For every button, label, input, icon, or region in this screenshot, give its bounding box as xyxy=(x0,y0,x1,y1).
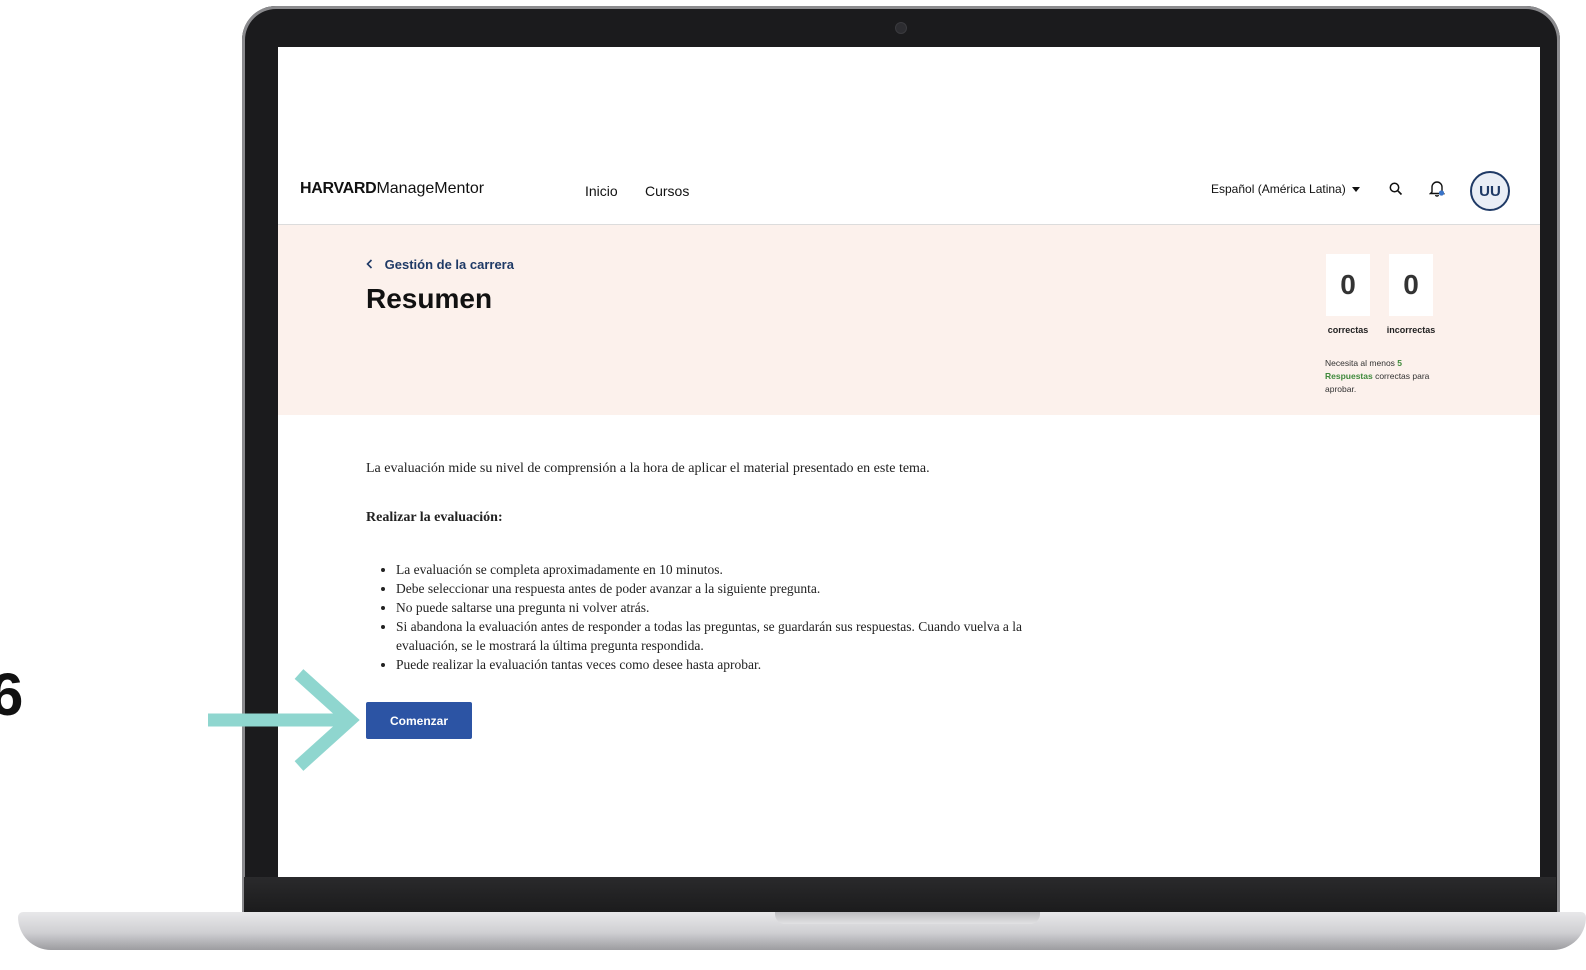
nav-inicio[interactable]: Inicio xyxy=(585,183,618,199)
hint-prefix: Necesita al menos xyxy=(1325,358,1398,368)
laptop-screen: HARVARDManageMentor Inicio Cursos Españo… xyxy=(278,47,1540,877)
hint-word: Respuestas xyxy=(1325,371,1373,381)
incorrect-label: incorrectas xyxy=(1386,325,1436,335)
logo-bold: HARVARD xyxy=(300,180,377,197)
camera xyxy=(895,22,907,34)
side-digit: 6 xyxy=(0,661,24,728)
hint-number: 5 xyxy=(1397,358,1403,368)
search-icon[interactable] xyxy=(1389,182,1403,201)
list-item: La evaluación se completa aproximadament… xyxy=(396,560,1086,579)
intro-text: La evaluación mide su nivel de comprensi… xyxy=(366,461,930,476)
language-label: Español (América Latina) xyxy=(1211,182,1346,196)
list-item: Si abandona la evaluación antes de respo… xyxy=(396,617,1086,655)
arrow-right-icon xyxy=(208,669,360,771)
nav-cursos[interactable]: Cursos xyxy=(645,183,689,199)
language-selector[interactable]: Español (América Latina) xyxy=(1211,182,1360,196)
page-title: Resumen xyxy=(366,283,493,314)
list-item: Puede realizar la evaluación tantas vece… xyxy=(396,655,1086,674)
logo-light: ManageMentor xyxy=(376,180,485,197)
correct-count: 0 xyxy=(1326,254,1370,316)
logo[interactable]: HARVARDManageMentor xyxy=(300,180,484,198)
incorrect-count: 0 xyxy=(1389,254,1433,316)
list-item: No puede saltarse una pregunta ni volver… xyxy=(396,598,1086,617)
list-item: Debe seleccionar una respuesta antes de … xyxy=(396,579,1086,598)
hero-band: Gestión de la carrera Resumen 0 0 correc… xyxy=(278,225,1540,415)
back-link-label: Gestión de la carrera xyxy=(384,257,514,272)
pass-requirement: Necesita al menos 5 Respuestas correctas… xyxy=(1325,357,1445,396)
instructions-list: La evaluación se completa aproximadament… xyxy=(366,560,1086,674)
section-heading: Realizar la evaluación: xyxy=(366,510,503,525)
assessment-overview: La evaluación mide su nivel de comprensi… xyxy=(366,461,1086,674)
screen-bezel xyxy=(244,877,1556,915)
avatar[interactable]: UU xyxy=(1470,171,1510,211)
chevron-left-icon xyxy=(366,257,377,272)
laptop-notch xyxy=(775,912,1040,924)
caret-down-icon xyxy=(1351,187,1360,193)
correct-label: correctas xyxy=(1327,325,1369,335)
back-link[interactable]: Gestión de la carrera xyxy=(366,257,514,272)
bell-icon[interactable] xyxy=(1428,180,1446,202)
site-header: HARVARDManageMentor Inicio Cursos Españo… xyxy=(278,47,1540,225)
start-button[interactable]: Comenzar xyxy=(366,702,472,739)
